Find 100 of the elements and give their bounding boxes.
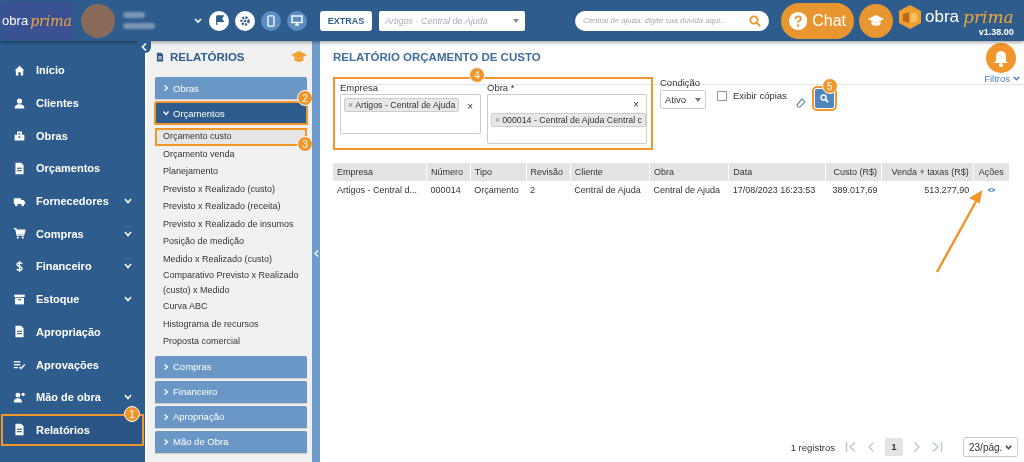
mobile-view-button[interactable] xyxy=(261,10,281,31)
column-header[interactable]: Empresa xyxy=(333,163,427,181)
question-icon xyxy=(789,10,808,31)
callout-badge: 3 xyxy=(297,136,312,152)
sidebar-item[interactable]: Orçamentos xyxy=(1,152,144,185)
blurred-user-name xyxy=(123,12,155,29)
people-icon xyxy=(13,390,26,404)
dropdown-caret-icon xyxy=(695,97,701,102)
clear-button[interactable]: × xyxy=(467,101,473,112)
sidebar-item[interactable]: Início xyxy=(1,54,144,87)
eraser-icon[interactable] xyxy=(795,98,806,108)
column-header[interactable]: Cliente xyxy=(570,163,650,181)
report-link[interactable]: Curva ABC xyxy=(155,298,307,316)
document-icon xyxy=(155,51,165,63)
training-button[interactable] xyxy=(859,3,893,38)
chevron-down-icon xyxy=(124,296,132,303)
checkbox[interactable] xyxy=(717,90,727,101)
first-page-icon xyxy=(845,441,857,453)
desktop-view-button[interactable] xyxy=(287,10,307,31)
report-link[interactable]: Previsto x Realizado (receita) xyxy=(155,198,307,216)
previous-page-button[interactable] xyxy=(867,441,875,453)
filters-toggle[interactable]: Filtros xyxy=(984,73,1020,84)
document-icon xyxy=(13,325,26,339)
chevron-right-icon xyxy=(163,363,169,370)
flag-icon xyxy=(213,15,225,26)
chevron-down-icon[interactable] xyxy=(193,15,203,26)
page-button[interactable]: 1 xyxy=(885,438,903,456)
sidebar-item[interactable]: Fornecedores xyxy=(1,184,144,218)
sidebar-item[interactable]: Compras xyxy=(1,217,144,251)
report-group-header[interactable]: Orçamentos xyxy=(155,102,307,124)
gear-icon xyxy=(239,14,251,27)
search-button[interactable] xyxy=(814,89,834,108)
column-header[interactable]: Revisão xyxy=(526,163,571,181)
column-header[interactable]: Custo (R$) xyxy=(825,163,882,181)
sidebar-item[interactable]: Clientes xyxy=(1,86,144,120)
table-cell: Central de Ajuda xyxy=(570,181,650,199)
clear-button[interactable]: × xyxy=(633,99,639,110)
graduation-cap-icon[interactable] xyxy=(291,51,307,63)
record-count: 1 registros xyxy=(790,441,835,453)
table-cell: Orçamento xyxy=(470,181,527,199)
settings-button[interactable] xyxy=(235,10,255,31)
column-header[interactable]: Obra xyxy=(649,163,729,181)
app-logo[interactable]: obra prima xyxy=(1,1,73,40)
sidebar-item[interactable]: Estoque xyxy=(1,282,144,316)
column-header[interactable]: Venda + taxas (R$) xyxy=(881,163,974,181)
chevron-down-icon xyxy=(1013,76,1020,81)
last-page-button[interactable] xyxy=(931,441,943,453)
chevron-down-icon xyxy=(1005,444,1012,450)
empresa-select-field[interactable]: × Artigos - Central de Ajuda × xyxy=(340,94,481,134)
table-cell: 389.017,69 xyxy=(825,181,882,199)
avatar xyxy=(81,3,115,38)
report-link[interactable]: Comparativo Previsto x Realizado (custo) x Medido xyxy=(155,268,307,298)
report-link[interactable]: Planejamento xyxy=(155,163,307,181)
column-header[interactable]: Número xyxy=(426,163,471,181)
sidebar-item[interactable]: Financeiro xyxy=(1,250,144,283)
chevron-left-icon xyxy=(314,249,319,257)
next-page-button[interactable] xyxy=(913,441,921,453)
report-link[interactable]: Posição de medição xyxy=(155,233,307,251)
sidebar-item[interactable]: Aprovações xyxy=(1,348,144,381)
building-icon xyxy=(13,129,26,143)
flag-button[interactable] xyxy=(209,10,229,31)
table-cell: Central de Ajuda xyxy=(649,181,729,199)
first-page-button[interactable] xyxy=(845,441,857,453)
field-label: Obra * xyxy=(487,82,516,93)
graduation-cap-icon xyxy=(868,14,884,27)
checkbox-label: Exibir cópias xyxy=(733,90,787,101)
report-link[interactable]: Proposta comercial xyxy=(155,333,307,351)
search-icon xyxy=(749,14,761,27)
extras-button[interactable]: EXTRAS xyxy=(320,10,372,31)
chevron-left-icon xyxy=(141,43,147,51)
chevron-down-icon xyxy=(124,263,132,270)
table-cell: 513.277,90 xyxy=(881,181,974,199)
report-link[interactable]: Medido x Realizado (custo) xyxy=(155,250,307,268)
table-cell: Artigos - Central d... xyxy=(333,181,427,199)
column-header[interactable]: Ações xyxy=(973,163,1010,181)
home-icon xyxy=(13,63,26,77)
archive-box-icon xyxy=(13,292,26,306)
column-header[interactable]: Data xyxy=(728,163,826,181)
eye-icon[interactable] xyxy=(986,187,996,193)
condition-select[interactable]: Ativo xyxy=(660,90,706,109)
last-page-icon xyxy=(931,441,943,453)
chevron-right-icon xyxy=(163,388,169,395)
chevron-down-icon xyxy=(124,198,132,205)
callout-badge: 4 xyxy=(469,67,485,83)
selected-tag[interactable]: × Artigos - Central de Ajuda xyxy=(344,98,460,112)
document-icon xyxy=(13,161,26,175)
report-link[interactable]: Previsto x Realizado de insumos xyxy=(155,215,307,233)
monitor-icon xyxy=(291,15,303,26)
selected-tag[interactable]: × 000014 - Central de Ajuda Central c xyxy=(491,113,646,127)
sidebar-item[interactable]: Apropriação xyxy=(1,315,144,349)
obra-select-field[interactable]: × × 000014 - Central de Ajuda Central c xyxy=(487,94,647,144)
callout-badge: 5 xyxy=(821,78,838,94)
notifications-button[interactable] xyxy=(986,43,1016,73)
sidebar-item[interactable]: Obras xyxy=(1,119,144,153)
page-size-select[interactable]: 23/pág. xyxy=(963,437,1018,457)
column-header[interactable]: Tipo xyxy=(470,163,527,181)
report-link[interactable]: Histograma de recursos xyxy=(155,315,307,333)
dropdown-caret-icon xyxy=(513,18,519,23)
chevron-down-icon xyxy=(163,110,169,116)
report-link[interactable]: Previsto x Realizado (custo) xyxy=(155,180,307,198)
